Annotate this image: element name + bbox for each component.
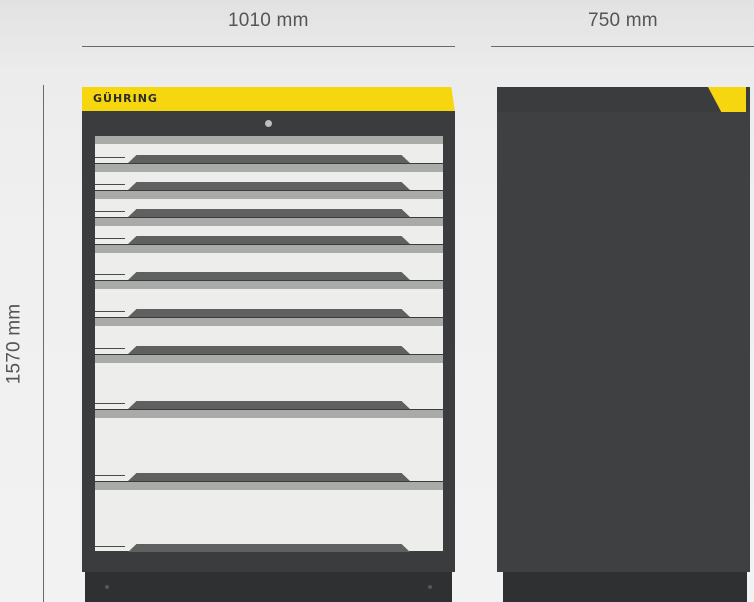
drawer-strip [95, 318, 443, 326]
drawer-10[interactable] [95, 482, 443, 552]
drawer-2[interactable] [95, 164, 443, 191]
drawer-strip [95, 191, 443, 199]
drawer-strip [95, 218, 443, 226]
cabinet-side-top [497, 87, 750, 113]
drawer-strip [95, 245, 443, 253]
drawer-strip [95, 136, 443, 144]
drawer-strip [95, 164, 443, 172]
drawer-8[interactable] [95, 355, 443, 410]
drawer-label-line [95, 211, 125, 212]
cabinet-front-base [85, 572, 452, 602]
drawer-1[interactable] [95, 136, 443, 164]
drawer-handle[interactable] [128, 346, 410, 354]
drawer-handle[interactable] [128, 272, 410, 280]
depth-dimension-line [491, 46, 754, 47]
cabinet-side-view [497, 112, 750, 572]
drawer-handle[interactable] [128, 544, 410, 552]
drawer-3[interactable] [95, 191, 443, 218]
width-dimension-label: 1010 mm [228, 10, 309, 31]
drawer-label-line [95, 311, 125, 312]
base-screw [428, 585, 432, 589]
drawer-strip [95, 355, 443, 363]
drawer-strip [95, 410, 443, 418]
height-dimension-label: 1570 mm [3, 303, 25, 385]
drawer-6[interactable] [95, 281, 443, 318]
cabinet-front-body [82, 111, 455, 572]
cabinet-front-view: GÜHRING [82, 87, 455, 572]
drawer-label-line [95, 184, 125, 185]
side-top-accent [708, 87, 746, 112]
brand-logo: GÜHRING [93, 92, 158, 105]
depth-dimension-label: 750 mm [588, 10, 658, 31]
drawer-handle[interactable] [128, 182, 410, 190]
drawer-label-line [95, 475, 125, 476]
drawer-handle[interactable] [128, 473, 410, 481]
width-dimension-line [82, 46, 455, 47]
drawer-4[interactable] [95, 218, 443, 245]
height-dimension-line [43, 85, 44, 602]
lock-icon[interactable] [265, 120, 272, 127]
drawer-5[interactable] [95, 245, 443, 281]
drawer-handle[interactable] [128, 155, 410, 163]
drawer-handle[interactable] [128, 309, 410, 317]
drawer-label-line [95, 403, 125, 404]
drawer-7[interactable] [95, 318, 443, 355]
drawer-label-line [95, 546, 125, 547]
cabinet-side-base [503, 572, 747, 602]
drawer-strip [95, 482, 443, 490]
drawer-label-line [95, 274, 125, 275]
drawer-handle[interactable] [128, 209, 410, 217]
cabinet-top-panel: GÜHRING [82, 87, 455, 112]
drawer-handle[interactable] [128, 401, 410, 409]
drawer-label-line [95, 348, 125, 349]
drawer-strip [95, 281, 443, 289]
drawer-label-line [95, 238, 125, 239]
drawer-9[interactable] [95, 410, 443, 482]
drawer-handle[interactable] [128, 236, 410, 244]
base-screw [105, 585, 109, 589]
drawer-label-line [95, 157, 125, 158]
